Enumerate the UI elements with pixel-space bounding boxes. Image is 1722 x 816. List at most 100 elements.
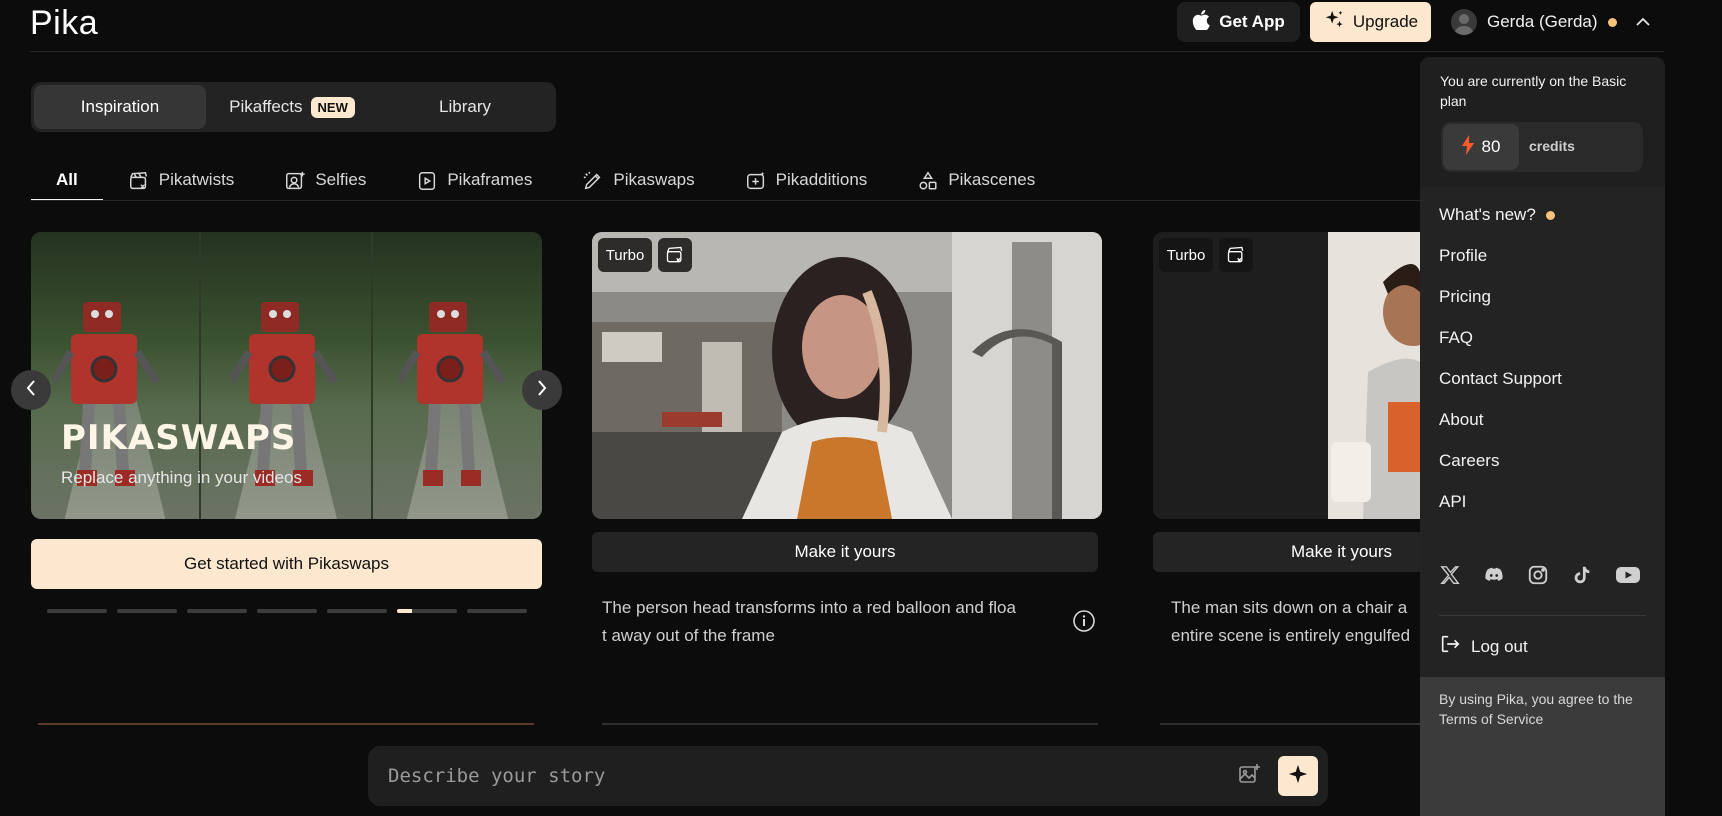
get-app-button[interactable]: Get App xyxy=(1177,2,1300,42)
pika-logo[interactable]: Pika xyxy=(30,4,98,43)
credits-count: 80 xyxy=(1443,124,1519,170)
category-pikatwists[interactable]: Pikatwists xyxy=(128,161,235,201)
bolt-icon xyxy=(1461,134,1474,160)
chevron-left-icon xyxy=(25,379,37,402)
pikatwists-badge-icon-2 xyxy=(1219,238,1253,272)
video-card-1[interactable]: Turbo xyxy=(592,232,1102,519)
category-tabs: All Pikatwists Selfies Pikaframes Pikasw… xyxy=(31,161,1431,201)
hero-title: PIKASWAPS xyxy=(61,418,297,458)
instagram-icon[interactable] xyxy=(1527,564,1549,591)
category-all[interactable]: All xyxy=(31,161,103,201)
menu-item-whats-new-label: What's new? xyxy=(1439,205,1536,224)
get-started-button[interactable]: Get started with Pikaswaps xyxy=(31,539,542,589)
generate-button[interactable] xyxy=(1278,756,1318,796)
turbo-badge-2: Turbo xyxy=(1159,238,1213,272)
menu-item-careers[interactable]: Careers xyxy=(1439,451,1499,471)
category-pikaframes-label: Pikaframes xyxy=(447,170,533,189)
card-prompt-1: The person head transforms into a red ba… xyxy=(602,594,1042,650)
notification-dot-icon xyxy=(1607,17,1617,27)
video-card-2[interactable]: Turbo xyxy=(1153,232,1420,519)
upgrade-button[interactable]: Upgrade xyxy=(1310,2,1431,42)
category-pikascenes[interactable]: Pikascenes xyxy=(917,161,1035,201)
next-row-preview-1 xyxy=(38,723,534,725)
video-thumbnail-1 xyxy=(592,232,1102,519)
carousel-indicator[interactable] xyxy=(327,609,387,613)
make-it-yours-button-1[interactable]: Make it yours xyxy=(592,532,1098,572)
credits-label: credits xyxy=(1529,138,1575,154)
plan-text: You are currently on the Basic plan xyxy=(1440,73,1627,109)
add-icon xyxy=(745,170,767,197)
new-indicator-icon xyxy=(1545,210,1555,220)
category-divider xyxy=(31,200,1431,201)
card-prompt-2-line1: The man sits down on a chair a xyxy=(1171,598,1408,617)
tiktok-icon[interactable] xyxy=(1571,564,1593,591)
category-pikadditions[interactable]: Pikadditions xyxy=(745,161,867,201)
carousel-indicator[interactable] xyxy=(397,609,457,613)
hero-frame-3 xyxy=(373,232,542,519)
menu-item-about[interactable]: About xyxy=(1439,410,1483,430)
carousel-indicator-progress xyxy=(397,609,412,613)
next-row-preview-3 xyxy=(1160,723,1420,725)
carousel-indicator[interactable] xyxy=(187,609,247,613)
carousel-indicator[interactable] xyxy=(257,609,317,613)
user-menu-toggle[interactable]: Gerda (Gerda) xyxy=(1451,8,1651,36)
carousel-next-button[interactable] xyxy=(522,370,562,410)
tab-library-label: Library xyxy=(439,97,491,116)
discord-icon[interactable] xyxy=(1483,564,1505,591)
tab-inspiration[interactable]: Inspiration xyxy=(34,85,206,129)
avatar xyxy=(1451,9,1477,35)
image-plus-icon xyxy=(1237,762,1261,791)
tab-pikaffects-label: Pikaffects xyxy=(229,97,303,116)
menu-item-profile[interactable]: Profile xyxy=(1439,246,1487,266)
menu-item-pricing[interactable]: Pricing xyxy=(1439,287,1491,307)
category-pikaframes[interactable]: Pikaframes xyxy=(416,161,532,201)
get-app-label: Get App xyxy=(1219,12,1285,31)
menu-items: What's new? Profile Pricing FAQ Contact … xyxy=(1420,187,1665,677)
clapper-icon xyxy=(128,170,150,197)
category-pikascenes-label: Pikascenes xyxy=(948,170,1036,189)
story-composer xyxy=(368,746,1328,806)
video-thumbnail-2 xyxy=(1153,232,1420,519)
x-twitter-icon[interactable] xyxy=(1439,564,1461,591)
carousel-prev-button[interactable] xyxy=(11,370,51,410)
info-icon[interactable] xyxy=(1072,609,1096,638)
category-pikaswaps[interactable]: Pikaswaps xyxy=(582,161,695,201)
carousel-indicator[interactable] xyxy=(467,609,527,613)
logout-button[interactable]: Log out xyxy=(1439,633,1528,660)
tab-library[interactable]: Library xyxy=(378,85,552,129)
menu-item-faq[interactable]: FAQ xyxy=(1439,328,1473,348)
story-input[interactable] xyxy=(388,746,1168,806)
make-it-yours-button-2[interactable]: Make it yours xyxy=(1153,532,1420,572)
tab-pikaffects[interactable]: Pikaffects NEW xyxy=(206,85,378,129)
menu-item-whats-new[interactable]: What's new? xyxy=(1439,205,1555,225)
credits-box: 80 credits xyxy=(1441,122,1643,172)
hero-banner[interactable]: PIKASWAPS Replace anything in your video… xyxy=(31,232,542,519)
upgrade-label: Upgrade xyxy=(1352,12,1419,31)
image-upload-button[interactable] xyxy=(1234,761,1264,791)
card-prompt-2-line2: entire scene is entirely engulfed xyxy=(1171,626,1411,645)
user-dropdown-menu: You are currently on the Basic plan 80 c… xyxy=(1420,57,1665,816)
menu-item-api[interactable]: API xyxy=(1439,492,1466,512)
selfie-icon xyxy=(284,170,306,197)
chevron-up-icon xyxy=(1635,12,1651,32)
youtube-icon[interactable] xyxy=(1615,564,1641,591)
sparkle-icon xyxy=(1323,9,1345,36)
brush-icon xyxy=(582,170,604,197)
menu-item-contact-support[interactable]: Contact Support xyxy=(1439,369,1562,389)
next-row-preview-2 xyxy=(602,723,1098,725)
card-prompt-1-line2: t away out of the frame xyxy=(602,626,775,645)
chevron-right-icon xyxy=(536,379,548,402)
new-badge: NEW xyxy=(310,96,355,118)
main-tabs: Inspiration Pikaffects NEW Library xyxy=(31,82,556,132)
logout-label: Log out xyxy=(1471,636,1528,656)
category-pikatwists-label: Pikatwists xyxy=(158,170,235,189)
carousel-indicator[interactable] xyxy=(47,609,107,613)
carousel-indicator[interactable] xyxy=(117,609,177,613)
category-pikaswaps-label: Pikaswaps xyxy=(613,170,695,189)
user-name: Gerda (Gerda) xyxy=(1487,12,1598,31)
social-links xyxy=(1439,564,1641,591)
menu-footer: By using Pika, you agree to the Terms of… xyxy=(1420,677,1665,816)
shapes-icon xyxy=(917,170,939,197)
category-selfies[interactable]: Selfies xyxy=(284,161,366,201)
header-divider xyxy=(30,51,1664,52)
